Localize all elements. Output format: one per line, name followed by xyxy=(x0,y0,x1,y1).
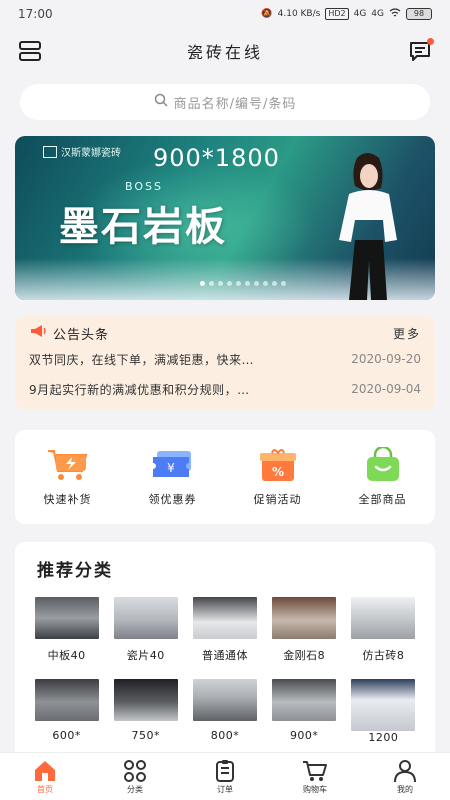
quick-all-products-button[interactable]: 全部商品 xyxy=(338,447,428,507)
megaphone-icon xyxy=(29,324,47,342)
search-input[interactable]: 商品名称/编号/条码 xyxy=(20,84,430,120)
quick-coupon-button[interactable]: ¥ 领优惠券 xyxy=(128,447,218,507)
category-thumbnail xyxy=(113,679,178,721)
status-indicators: 🔕 4.10 KB/s HD2 4G 4G 98 xyxy=(261,7,432,21)
brand-logo-icon xyxy=(43,145,57,158)
notice-text: 9月起实行新的满减优惠和积分规则，… xyxy=(29,382,250,397)
cart-bolt-icon xyxy=(47,450,87,480)
home-icon xyxy=(35,760,55,781)
category-item[interactable]: 瓷片40 xyxy=(108,597,183,679)
banner-subtitle: BOSS xyxy=(125,180,163,193)
recommend-categories: 推荐分类 中板40 瓷片40 普通通体 金刚石8 仿古砖8 600* 750* xyxy=(15,542,435,782)
battery-indicator: 98 xyxy=(406,8,432,20)
quick-actions: 快速补货 ¥ 领优惠券 % 促销活动 全部商品 xyxy=(15,430,435,524)
quick-promotion-button[interactable]: % 促销活动 xyxy=(233,447,323,507)
unread-dot xyxy=(426,38,434,45)
signal-4g-2: 4G xyxy=(371,9,384,19)
category-thumbnail xyxy=(113,597,178,639)
banner-model-image xyxy=(339,153,397,300)
order-icon xyxy=(216,759,234,782)
banner-spec: 900*1800 xyxy=(153,144,280,172)
pagination-dot[interactable] xyxy=(272,281,277,286)
gift-percent-icon: % xyxy=(259,449,296,481)
notice-text: 双节同庆，在线下单，满减钜惠，快来… xyxy=(29,352,255,367)
tab-profile[interactable]: 我的 xyxy=(375,759,435,795)
pagination-dot[interactable] xyxy=(227,281,232,286)
category-thumbnail xyxy=(192,597,257,639)
tab-category[interactable]: 分类 xyxy=(105,759,165,795)
notice-date: 2020-09-20 xyxy=(351,352,421,366)
category-thumbnail xyxy=(34,597,99,639)
message-icon[interactable] xyxy=(406,37,434,65)
scan-icon[interactable] xyxy=(16,37,44,65)
quick-restock-button[interactable]: 快速补货 xyxy=(23,447,113,507)
category-thumbnail xyxy=(272,597,337,639)
category-item[interactable]: 800* xyxy=(187,679,262,760)
tab-home[interactable]: 首页 xyxy=(15,759,75,795)
wifi-icon xyxy=(389,7,401,21)
status-bar: 17:00 🔕 4.10 KB/s HD2 4G 4G 98 xyxy=(0,0,450,28)
category-icon xyxy=(124,759,146,782)
category-item[interactable]: 750* xyxy=(108,679,183,760)
net-speed: 4.10 KB/s xyxy=(277,9,321,19)
coupon-icon: ¥ xyxy=(152,451,191,477)
promo-banner[interactable]: 汉斯蒙娜瓷砖 900*1800 BOSS 墨石岩板 xyxy=(15,136,435,300)
cart-icon xyxy=(303,760,327,781)
category-item[interactable]: 900* xyxy=(267,679,342,760)
pagination-dot[interactable] xyxy=(200,281,205,286)
shopping-bag-icon xyxy=(366,447,399,481)
search-placeholder: 商品名称/编号/条码 xyxy=(173,96,297,112)
category-item[interactable]: 中板40 xyxy=(29,597,104,679)
tab-cart[interactable]: 购物车 xyxy=(285,759,345,795)
pagination-dot[interactable] xyxy=(236,281,241,286)
pagination-dot[interactable] xyxy=(218,281,223,286)
category-item[interactable]: 金刚石8 xyxy=(267,597,342,679)
bottom-tab-bar: 首页 分类 订单 购物车 我的 xyxy=(0,752,450,800)
banner-pagination xyxy=(200,281,286,286)
search-icon xyxy=(154,93,168,111)
notice-date: 2020-09-04 xyxy=(351,382,421,396)
notice-title: 公告头条 xyxy=(53,327,110,343)
page-title: 瓷砖在线 xyxy=(186,43,263,62)
notice-board: 公告头条 更多 双节同庆，在线下单，满减钜惠，快来… 2020-09-20 9月… xyxy=(15,316,435,410)
pagination-dot[interactable] xyxy=(281,281,286,286)
banner-headline: 墨石岩板 xyxy=(59,203,227,250)
category-thumbnail xyxy=(34,679,99,721)
svg-text:%: % xyxy=(271,465,283,479)
status-time: 17:00 xyxy=(18,7,53,21)
category-grid: 中板40 瓷片40 普通通体 金刚石8 仿古砖8 600* 750* 800* xyxy=(29,597,421,760)
category-item[interactable]: 600* xyxy=(29,679,104,760)
category-thumbnail xyxy=(192,679,257,721)
notice-more-link[interactable]: 更多 xyxy=(393,325,421,342)
category-item[interactable]: 普通通体 xyxy=(187,597,262,679)
notice-item[interactable]: 9月起实行新的满减优惠和积分规则，… 2020-09-04 xyxy=(29,376,421,402)
pagination-dot[interactable] xyxy=(209,281,214,286)
app-header: 瓷砖在线 xyxy=(0,28,450,74)
pagination-dot[interactable] xyxy=(254,281,259,286)
category-thumbnail xyxy=(351,597,416,639)
category-thumbnail xyxy=(272,679,337,721)
category-item[interactable]: 1200 xyxy=(346,679,421,760)
notice-item[interactable]: 双节同庆，在线下单，满减钜惠，快来… 2020-09-20 xyxy=(29,346,421,372)
svg-text:¥: ¥ xyxy=(167,461,175,475)
section-title: 推荐分类 xyxy=(37,561,113,581)
pagination-dot[interactable] xyxy=(245,281,250,286)
mute-icon: 🔕 xyxy=(261,9,273,19)
tab-order[interactable]: 订单 xyxy=(195,759,255,795)
banner-brand: 汉斯蒙娜瓷砖 xyxy=(43,144,121,159)
user-icon xyxy=(394,759,416,782)
sim-badge: HD2 xyxy=(325,8,349,20)
category-item[interactable]: 仿古砖8 xyxy=(346,597,421,679)
category-thumbnail xyxy=(351,679,416,731)
signal-4g-1: 4G xyxy=(353,9,367,19)
pagination-dot[interactable] xyxy=(263,281,268,286)
